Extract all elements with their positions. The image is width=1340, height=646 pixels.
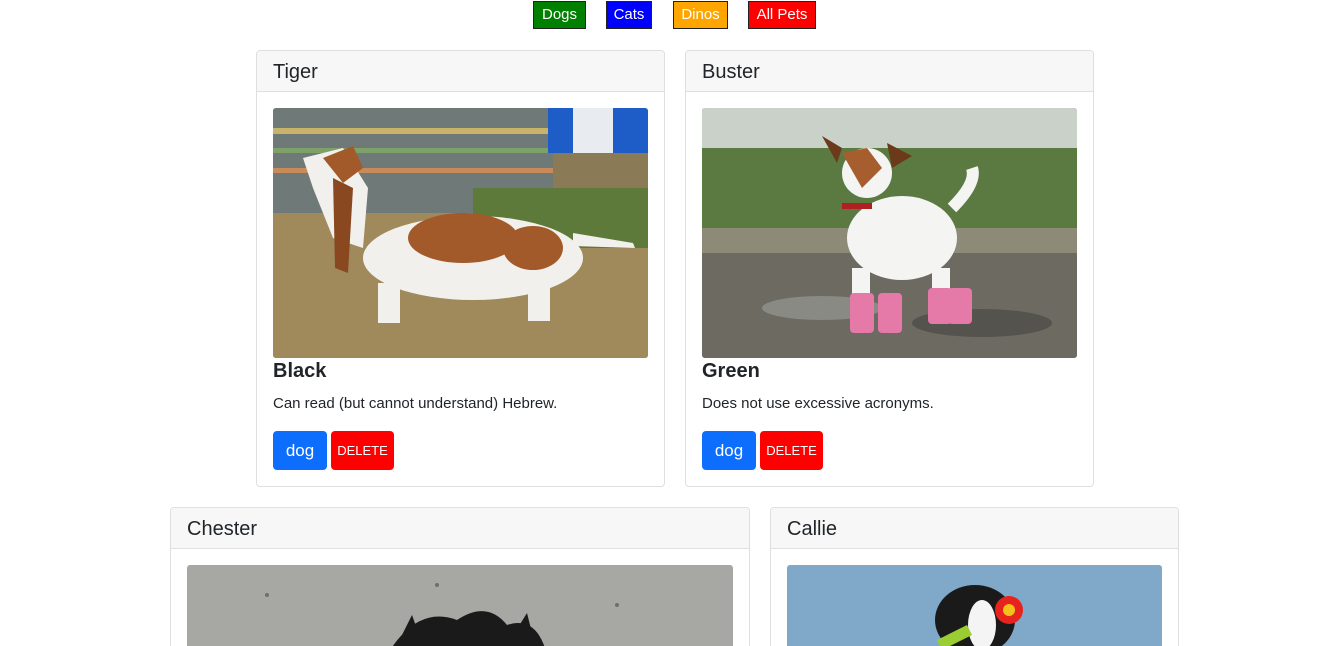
pet-photo bbox=[787, 565, 1162, 646]
pet-description: Can read (but cannot understand) Hebrew. bbox=[273, 395, 558, 412]
pet-color: Black bbox=[273, 360, 327, 382]
pet-name: Callie bbox=[771, 508, 1178, 549]
page: Dogs Cats Dinos All Pets Tiger Black Can… bbox=[0, 0, 1340, 646]
filter-all-pets-button[interactable]: All Pets bbox=[748, 1, 816, 29]
pet-card-chester: Chester bbox=[170, 507, 750, 646]
filter-cats-button[interactable]: Cats bbox=[606, 1, 652, 29]
pet-description: Does not use excessive acronyms. bbox=[702, 395, 934, 412]
pet-card-callie: Callie bbox=[770, 507, 1179, 646]
delete-button[interactable]: DELETE bbox=[331, 431, 394, 470]
pet-photo bbox=[273, 108, 648, 358]
pet-name: Tiger bbox=[257, 51, 664, 92]
filter-dinos-button[interactable]: Dinos bbox=[673, 1, 728, 29]
pet-name: Chester bbox=[171, 508, 749, 549]
pet-type-button[interactable]: dog bbox=[273, 431, 327, 470]
pet-type-button[interactable]: dog bbox=[702, 431, 756, 470]
pet-name: Buster bbox=[686, 51, 1093, 92]
pet-photo bbox=[187, 565, 733, 646]
delete-button[interactable]: DELETE bbox=[760, 431, 823, 470]
pet-photo bbox=[702, 108, 1077, 358]
pet-card-buster: Buster Green Does not use excessive acro… bbox=[685, 50, 1094, 487]
pet-color: Green bbox=[702, 360, 760, 382]
pet-card-tiger: Tiger Black Can read (but cannot underst… bbox=[256, 50, 665, 487]
filter-dogs-button[interactable]: Dogs bbox=[533, 1, 586, 29]
